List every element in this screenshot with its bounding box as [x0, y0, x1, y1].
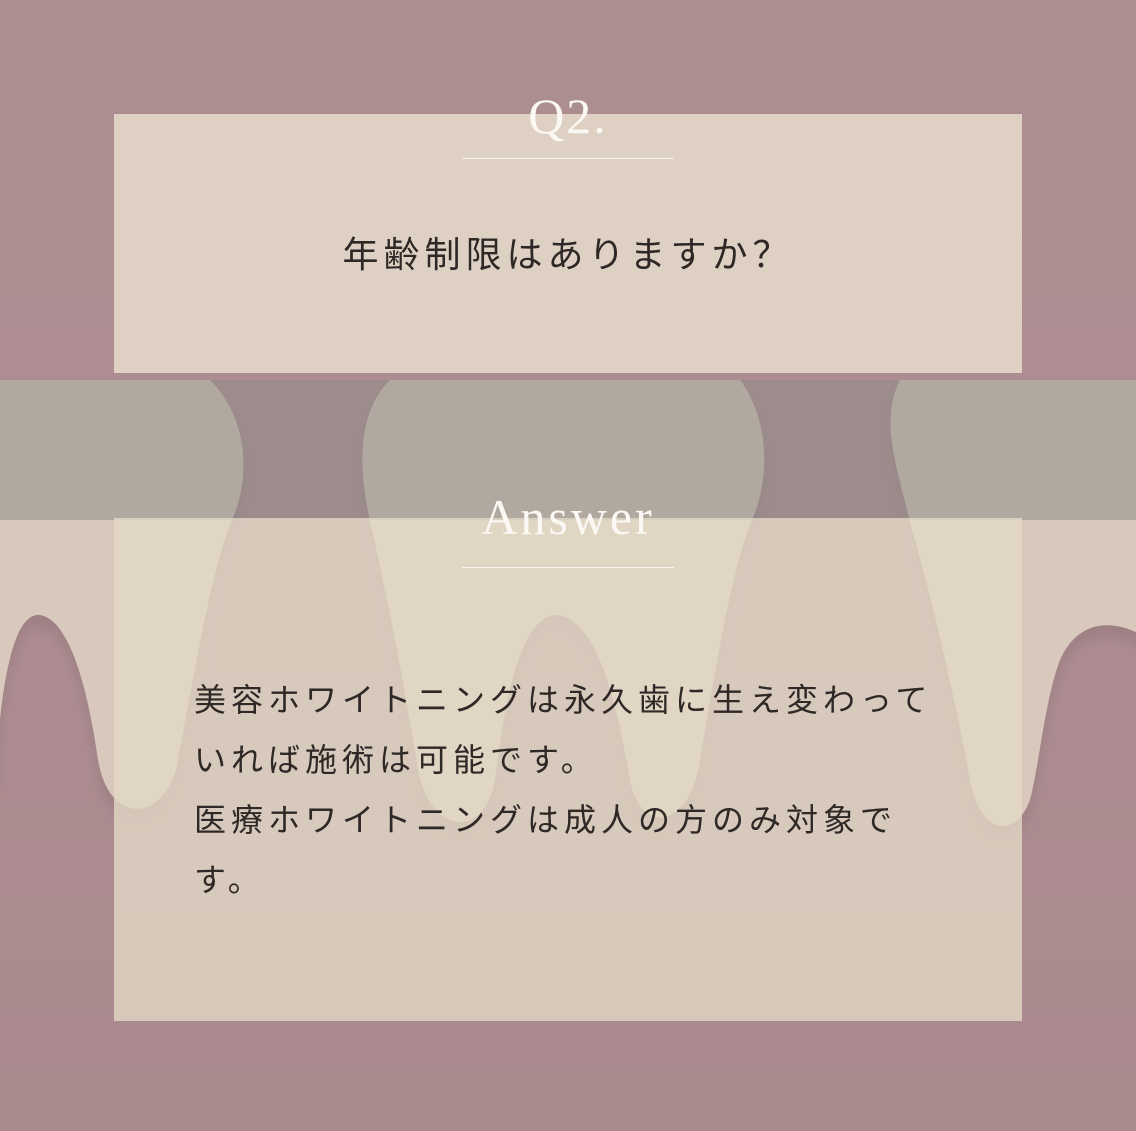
answer-line: いれば施術は可能です。 — [194, 741, 598, 779]
question-number: Q2. — [528, 88, 608, 144]
question-text: 年齢制限はありますか？ — [342, 235, 794, 276]
answer-line: 医療ホワイトニングは成人の方のみ対象で — [194, 801, 898, 839]
answer-text: 美容ホワイトニングは永久歯に生え変わって いれば施術は可能です。 医療ホワイトニ… — [194, 670, 954, 910]
answer-divider — [462, 567, 674, 568]
answer-heading: Answer — [481, 489, 655, 545]
answer-line: 美容ホワイトニングは永久歯に生え変わって — [194, 681, 933, 719]
answer-line: す。 — [194, 861, 265, 899]
question-divider — [462, 158, 674, 159]
